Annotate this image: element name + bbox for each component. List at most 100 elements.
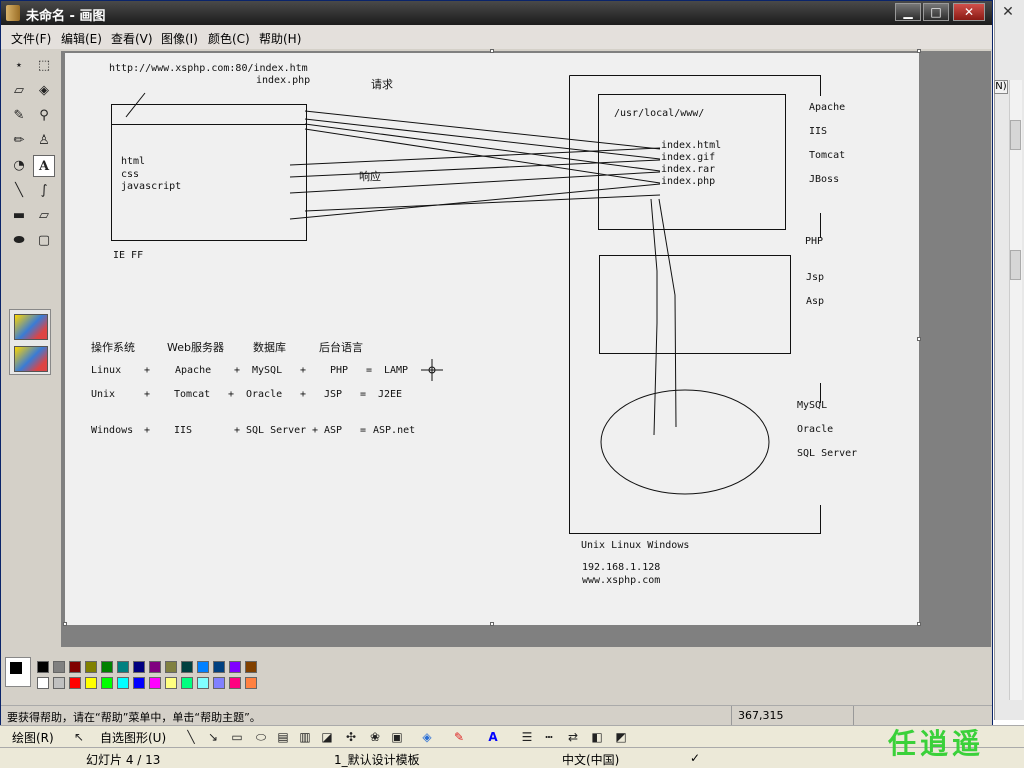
menu-edit[interactable]: 编辑(E)	[61, 30, 102, 47]
clipart-icon[interactable]: ❀	[368, 730, 382, 744]
row3-language: ASP	[324, 425, 343, 436]
palette-swatch[interactable]	[181, 661, 193, 673]
palette-swatch[interactable]	[69, 677, 81, 689]
palette-swatch[interactable]	[245, 661, 257, 673]
row1-os: Linux	[91, 365, 122, 376]
resize-handle-bottom-right[interactable]	[917, 622, 921, 626]
line-icon[interactable]: ╲	[184, 730, 198, 744]
palette-swatch[interactable]	[101, 661, 113, 673]
palette-swatch[interactable]	[117, 677, 129, 689]
transparent-option-icon[interactable]	[14, 346, 48, 372]
arrow-style-icon[interactable]: ⇄	[566, 730, 580, 744]
palette-swatch[interactable]	[149, 661, 161, 673]
fill-color-icon[interactable]: ◈	[420, 730, 434, 744]
dash-style-icon[interactable]: ┅	[542, 730, 556, 744]
maximize-button[interactable]: □	[923, 3, 949, 21]
palette-swatch[interactable]	[133, 677, 145, 689]
brush-icon[interactable]: ♙	[33, 130, 55, 152]
menu-file[interactable]: 文件(F)	[11, 30, 51, 47]
ellipse-icon[interactable]: ⬬	[8, 230, 30, 252]
resize-handle-right[interactable]	[917, 337, 921, 341]
palette-swatch[interactable]	[53, 661, 65, 673]
palette-swatch[interactable]	[117, 661, 129, 673]
palette-swatch[interactable]	[85, 677, 97, 689]
row2-plus-1: +	[144, 389, 151, 400]
font-color-icon[interactable]: A	[486, 730, 500, 744]
minimize-button[interactable]: ▁	[895, 3, 921, 21]
curve-icon[interactable]: ∫	[33, 180, 55, 202]
select-arrow-icon[interactable]: ↖	[72, 730, 86, 744]
menu-help[interactable]: 帮助(H)	[259, 30, 301, 47]
resize-handle-top-right[interactable]	[917, 49, 921, 53]
palette-swatch[interactable]	[213, 677, 225, 689]
rectangle-icon[interactable]: ▬	[8, 205, 30, 227]
draw-menu-button[interactable]: 绘图(R)	[12, 729, 54, 746]
oval-icon[interactable]: ⬭	[254, 730, 268, 744]
autoshapes-menu-button[interactable]: 自选图形(U)	[100, 729, 166, 746]
menu-colors[interactable]: 颜色(C)	[208, 30, 250, 47]
textbox-icon[interactable]: ▤	[276, 730, 290, 744]
color-picker-icon[interactable]: ✎	[8, 105, 30, 127]
header-language: 后台语言	[319, 341, 363, 354]
arrow-icon[interactable]: ↘	[206, 730, 220, 744]
palette-swatch[interactable]	[197, 677, 209, 689]
eraser-icon[interactable]: ▱	[8, 80, 30, 102]
background-scroll-thumb-2[interactable]	[1010, 250, 1021, 280]
palette-swatch[interactable]	[37, 661, 49, 673]
opaque-option-icon[interactable]	[14, 314, 48, 340]
picture-icon[interactable]: ▣	[390, 730, 404, 744]
palette-swatch[interactable]	[245, 677, 257, 689]
line-style-icon[interactable]: ☰	[520, 730, 534, 744]
palette-swatch[interactable]	[37, 677, 49, 689]
row2-equals: =	[360, 389, 367, 400]
wordart-icon[interactable]: ◪	[320, 730, 334, 744]
line-color-icon[interactable]: ✎	[452, 730, 466, 744]
palette-swatch[interactable]	[229, 677, 241, 689]
vertical-textbox-icon[interactable]: ▥	[298, 730, 312, 744]
title-bar[interactable]: 未命名 - 画图 ▁ □ ✕	[1, 1, 992, 25]
magnifier-icon[interactable]: ⚲	[33, 105, 55, 127]
close-button[interactable]: ✕	[953, 3, 985, 21]
current-colors[interactable]	[5, 657, 31, 687]
fill-bucket-icon[interactable]: ◈	[33, 80, 55, 102]
resize-handle-top[interactable]	[490, 49, 494, 53]
line-icon[interactable]: ╲	[8, 180, 30, 202]
airbrush-icon[interactable]: ◔	[8, 155, 30, 177]
text-tool-icon[interactable]: A	[33, 155, 55, 177]
palette-swatch[interactable]	[149, 677, 161, 689]
polygon-icon[interactable]: ▱	[33, 205, 55, 227]
design-template: 1_默认设计模板	[334, 753, 420, 767]
palette-swatch[interactable]	[101, 677, 113, 689]
palette-swatch[interactable]	[85, 661, 97, 673]
spellcheck-icon[interactable]: ✓	[690, 751, 700, 765]
background-scroll-thumb[interactable]	[1010, 120, 1021, 150]
pencil-icon[interactable]: ✏	[8, 130, 30, 152]
request-line-2	[304, 118, 661, 160]
resize-handle-bottom-left[interactable]	[63, 622, 67, 626]
menu-image[interactable]: 图像(I)	[161, 30, 198, 47]
3d-icon[interactable]: ◩	[614, 730, 628, 744]
palette-swatch[interactable]	[165, 661, 177, 673]
resize-handle-bottom[interactable]	[490, 622, 494, 626]
rounded-rectangle-icon[interactable]: ▢	[33, 230, 55, 252]
palette-swatch[interactable]	[133, 661, 145, 673]
rectangle-icon[interactable]: ▭	[230, 730, 244, 744]
rect-select-icon[interactable]: ⬚	[33, 55, 55, 77]
palette-swatch[interactable]	[53, 677, 65, 689]
diagram-icon[interactable]: ✣	[344, 730, 358, 744]
free-select-icon[interactable]: ⋆	[8, 55, 30, 77]
paint-app-icon	[6, 5, 20, 21]
shadow-icon[interactable]: ◧	[590, 730, 604, 744]
background-close-icon[interactable]: ✕	[997, 4, 1019, 24]
palette-swatch[interactable]	[197, 661, 209, 673]
palette-swatch[interactable]	[181, 677, 193, 689]
palette-swatch[interactable]	[165, 677, 177, 689]
browser-content-javascript: javascript	[121, 181, 182, 192]
palette-swatch[interactable]	[229, 661, 241, 673]
background-scrollbar[interactable]	[1009, 80, 1022, 700]
palette-swatch[interactable]	[213, 661, 225, 673]
menu-view[interactable]: 查看(V)	[111, 30, 153, 47]
row1-stack: LAMP	[384, 365, 409, 376]
drawing-canvas[interactable]: http://www.xsphp.com:80/index.htm index.…	[65, 53, 919, 625]
palette-swatch[interactable]	[69, 661, 81, 673]
